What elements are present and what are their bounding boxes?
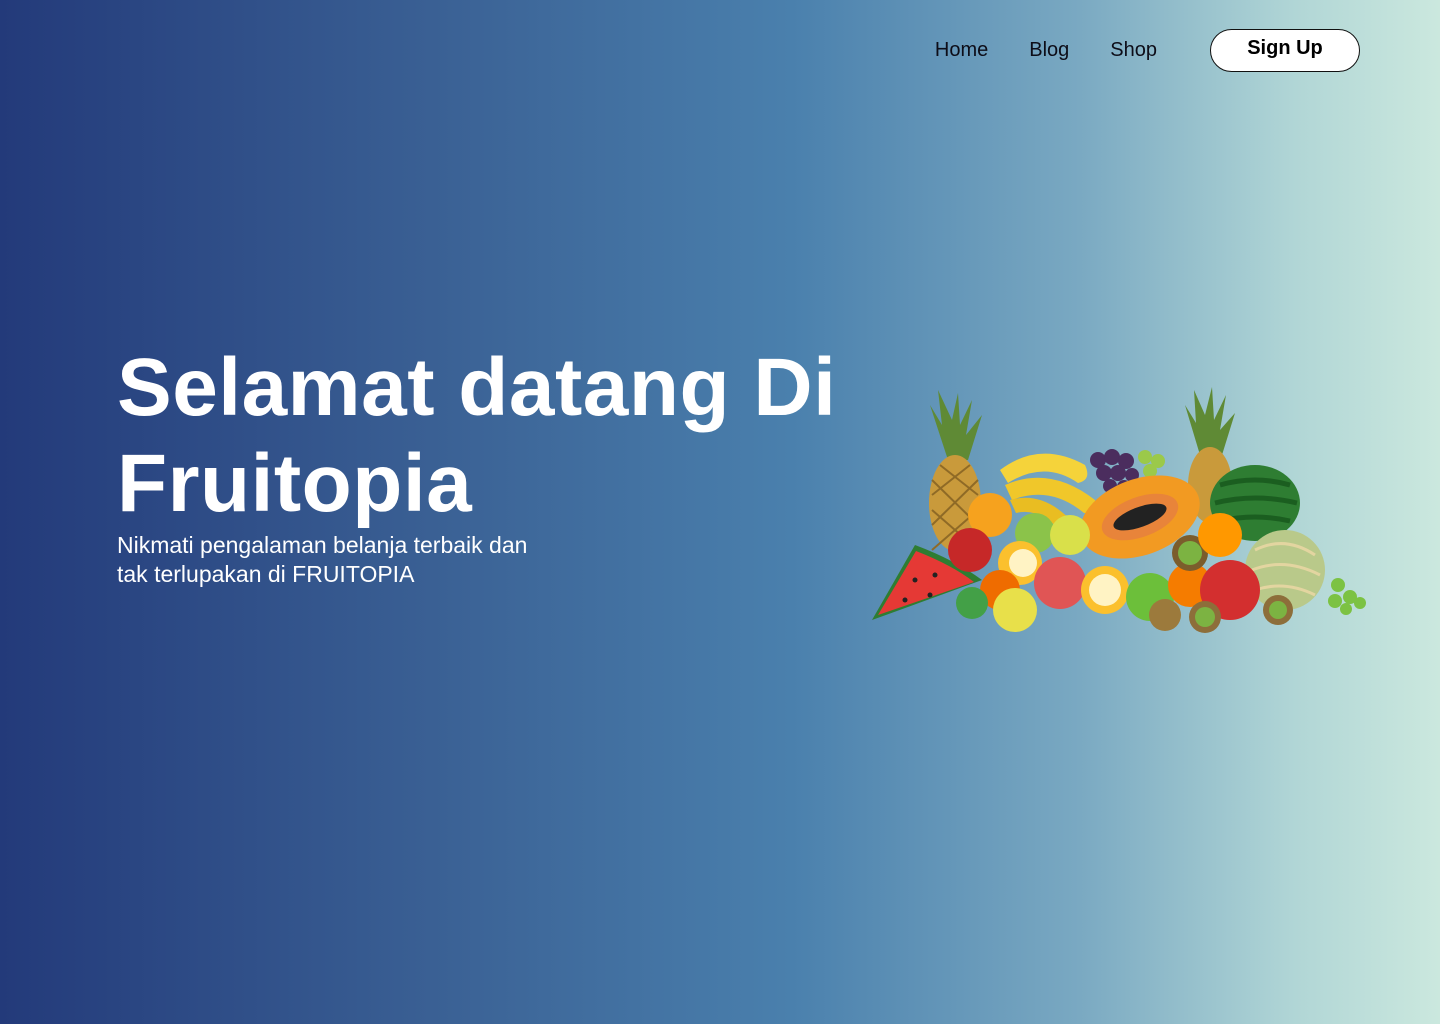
hero-subtitle: Nikmati pengalaman belanja terbaik dan ta… xyxy=(117,531,617,589)
nav-link-home[interactable]: Home xyxy=(935,39,988,62)
fruit-basket-icon xyxy=(860,385,1380,645)
hero-title-line1: Selamat datang Di xyxy=(117,342,837,433)
sign-up-button[interactable]: Sign Up xyxy=(1210,28,1360,72)
top-navigation: Home Blog Shop Sign Up xyxy=(935,28,1360,72)
nav-link-blog[interactable]: Blog xyxy=(1029,39,1069,62)
hero-title-line2: Fruitopia xyxy=(117,438,473,529)
hero-subtitle-line1: Nikmati pengalaman belanja terbaik dan xyxy=(117,532,528,558)
nav-link-shop[interactable]: Shop xyxy=(1110,39,1157,62)
hero-subtitle-line2: tak terlupakan di FRUITOPIA xyxy=(117,561,415,587)
hero-title: Selamat datang Di Fruitopia xyxy=(117,340,897,532)
